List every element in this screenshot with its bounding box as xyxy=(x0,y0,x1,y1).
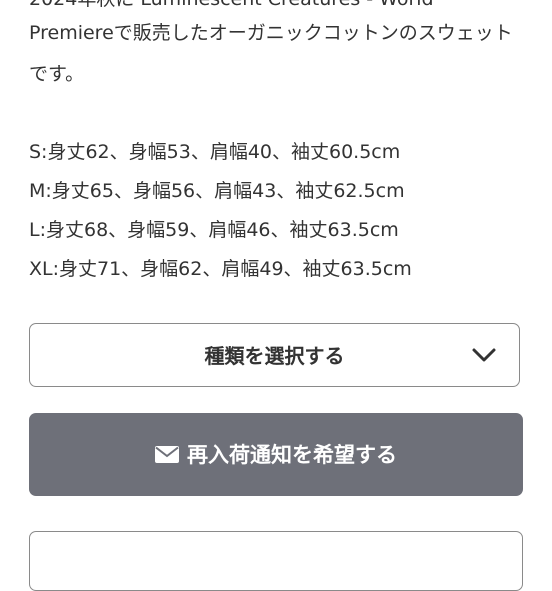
description-line: Premiereで販売したオーガニックコットンのスウェット xyxy=(29,22,513,44)
mail-icon xyxy=(155,446,179,463)
size-spec-l: L:身丈68、身幅59、肩幅46、袖丈63.5cm xyxy=(29,219,399,241)
restock-notify-label: 再入荷通知を希望する xyxy=(187,442,397,467)
chevron-down-icon xyxy=(472,348,496,362)
size-spec-xl: XL:身丈71、身幅62、肩幅49、袖丈63.5cm xyxy=(29,258,412,280)
description-line: 2024年秋に Luminescent Creatures - World xyxy=(29,0,434,11)
restock-notify-button[interactable]: 再入荷通知を希望する xyxy=(29,413,523,496)
size-spec-m: M:身丈65、身幅56、肩幅43、袖丈62.5cm xyxy=(29,180,405,202)
variant-select-label: 種類を選択する xyxy=(204,344,345,368)
size-spec-s: S:身丈62、身幅53、肩幅40、袖丈60.5cm xyxy=(29,141,401,163)
variant-select[interactable]: 種類を選択する xyxy=(29,323,520,387)
description-line: です。 xyxy=(29,63,85,85)
secondary-button[interactable] xyxy=(29,531,523,591)
